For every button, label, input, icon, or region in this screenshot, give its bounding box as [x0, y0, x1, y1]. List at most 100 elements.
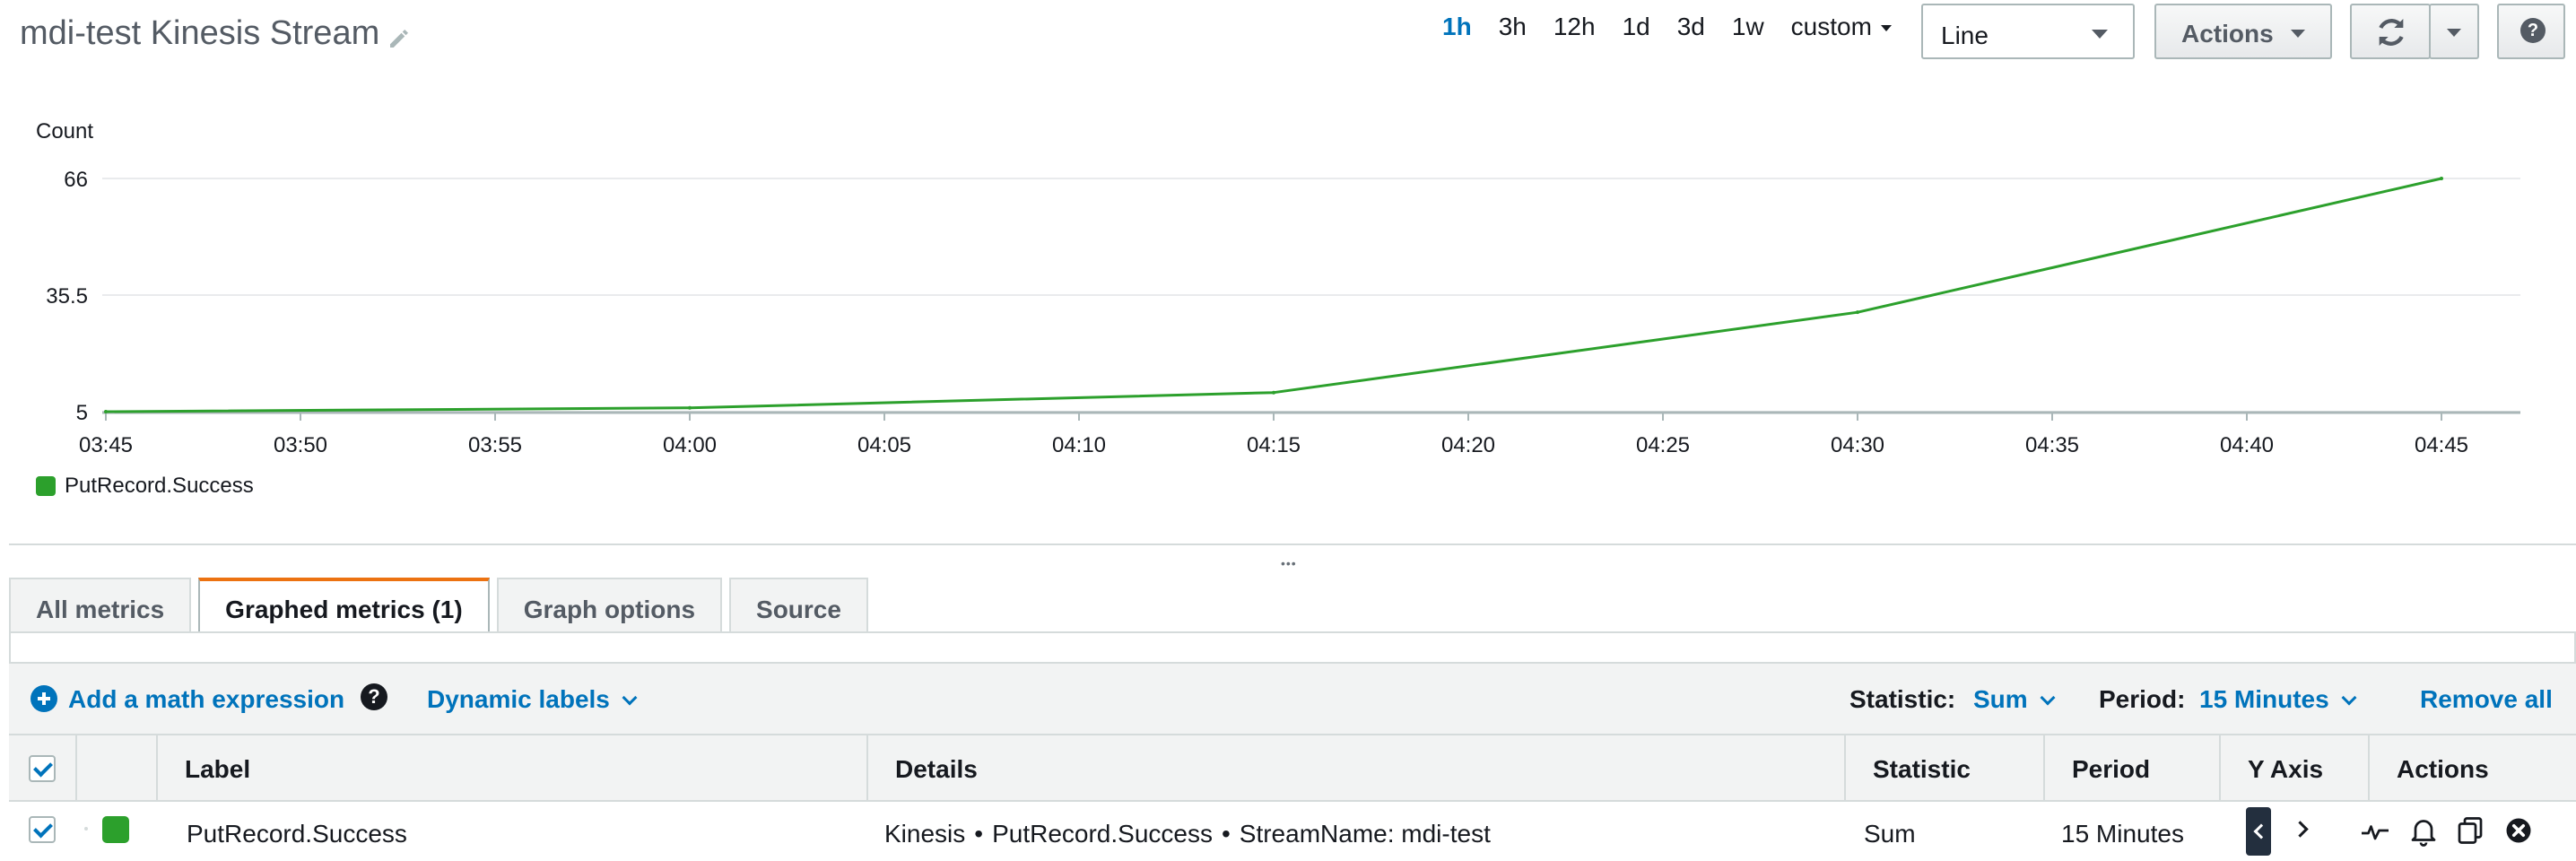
series-color-swatch[interactable]	[102, 816, 129, 843]
tab-source[interactable]: Source	[729, 578, 868, 633]
time-range-1d[interactable]: 1d	[1623, 13, 1650, 41]
chevron-down-icon	[622, 690, 638, 706]
column-header-period[interactable]: Period	[2043, 735, 2219, 802]
time-range-1h[interactable]: 1h	[1442, 13, 1472, 41]
column-header-details[interactable]: Details	[866, 735, 1844, 802]
column-header-y-axis[interactable]: Y Axis	[2219, 735, 2368, 802]
resize-handle[interactable]: •••	[1281, 556, 1297, 570]
caret-down-icon	[2291, 30, 2305, 38]
x-tick-label: 04:15	[1247, 433, 1301, 457]
tab-graph-options[interactable]: Graph options	[496, 578, 723, 633]
x-tick-label: 04:25	[1636, 433, 1690, 457]
time-range-1w[interactable]: 1w	[1732, 13, 1764, 41]
period-value: 15 Minutes	[2199, 685, 2329, 713]
column-header-label[interactable]: Label	[156, 735, 866, 802]
remove-all-link[interactable]: Remove all	[2420, 685, 2553, 714]
panel-divider	[9, 544, 2576, 545]
line-chart: 5 35.5 66 03:45 03:50 03:55 04:00 04:05 04:10 04…	[46, 168, 2520, 457]
question-mark-icon: ?	[2520, 18, 2546, 43]
row-period[interactable]: 15 Minutes	[2061, 820, 2184, 848]
time-range-selector: 1h 3h 12h 1d 3d 1w custom	[1442, 13, 1919, 41]
x-tick-label: 04:10	[1052, 433, 1106, 457]
row-label[interactable]: PutRecord.Success	[187, 820, 407, 848]
y-tick-label: 5	[76, 401, 88, 425]
tab-bar: All metrics Graphed metrics (1) Graph op…	[9, 578, 875, 633]
question-mark-icon[interactable]: ?	[361, 683, 387, 710]
page-title: mdi-test Kinesis Stream	[20, 14, 380, 52]
time-range-12h[interactable]: 12h	[1553, 13, 1596, 41]
copy-icon[interactable]	[2454, 814, 2486, 847]
refresh-options-button[interactable]	[2429, 4, 2479, 59]
details-dimension: StreamName: mdi-test	[1239, 820, 1491, 848]
time-range-3h[interactable]: 3h	[1499, 13, 1527, 41]
row-checkbox[interactable]	[29, 816, 56, 843]
caret-down-icon	[2447, 29, 2461, 37]
x-tick-label: 04:35	[2025, 433, 2079, 457]
chevron-down-icon	[2040, 690, 2056, 706]
metrics-toolbar: Add a math expression ? Dynamic labels S…	[9, 662, 2576, 734]
x-tick-label: 03:55	[468, 433, 522, 457]
time-range-3d[interactable]: 3d	[1677, 13, 1705, 41]
details-namespace: Kinesis	[884, 820, 966, 848]
dynamic-labels-label: Dynamic labels	[427, 685, 610, 713]
close-circle-icon[interactable]	[2502, 814, 2535, 847]
tab-all-metrics[interactable]: All metrics	[9, 578, 192, 633]
data-point	[688, 405, 692, 410]
chart-legend: PutRecord.Success	[36, 474, 254, 499]
table-row: PutRecord.Success Kinesis • PutRecord.Succ…	[9, 802, 2576, 861]
refresh-icon	[2379, 19, 2404, 46]
legend-swatch	[36, 476, 56, 496]
period-dropdown[interactable]: 15 Minutes	[2199, 685, 2357, 714]
y-tick-label: 35.5	[46, 284, 88, 309]
row-statistic[interactable]: Sum	[1864, 820, 1916, 848]
period-label: Period:	[2099, 685, 2186, 713]
data-point	[104, 410, 108, 413]
y-axis-right-button[interactable]	[2293, 820, 2311, 838]
details-separator: •	[1221, 820, 1231, 848]
x-tick-label: 03:45	[79, 433, 133, 457]
plus-circle-icon[interactable]	[30, 685, 57, 712]
data-point	[1856, 310, 1859, 315]
details-metric: PutRecord.Success	[992, 820, 1213, 848]
x-tick-label: 03:50	[274, 433, 327, 457]
color-column-header	[75, 735, 156, 802]
data-point	[2440, 177, 2443, 180]
x-tick-label: 04:40	[2220, 433, 2274, 457]
x-tick-label: 04:05	[857, 433, 911, 457]
chart-type-select[interactable]: Line	[1921, 4, 2135, 59]
sparkline-icon[interactable]	[2359, 814, 2391, 847]
legend-label[interactable]: PutRecord.Success	[65, 474, 254, 499]
custom-label: custom	[1790, 13, 1872, 40]
actions-button[interactable]: Actions	[2154, 4, 2332, 59]
select-all-checkbox[interactable]	[29, 755, 56, 782]
bell-icon[interactable]	[2407, 814, 2440, 847]
caret-down-icon	[2092, 30, 2108, 39]
tab-content-strip	[9, 633, 2576, 662]
chevron-down-icon	[2341, 690, 2357, 706]
help-button[interactable]: ?	[2497, 4, 2565, 59]
x-tick-label: 04:00	[663, 433, 717, 457]
statistic-label: Statistic:	[1849, 685, 1956, 713]
row-details: Kinesis • PutRecord.Success • StreamName: md…	[884, 820, 1491, 848]
column-header-statistic[interactable]: Statistic	[1844, 735, 2043, 802]
add-math-expression-link[interactable]: Add a math expression	[68, 685, 344, 714]
drag-handle[interactable]	[84, 827, 88, 831]
y-axis-left-button[interactable]	[2246, 807, 2271, 856]
x-tick-label: 04:45	[2415, 433, 2468, 457]
dynamic-labels-dropdown[interactable]: Dynamic labels	[427, 685, 638, 714]
details-separator: •	[974, 820, 984, 848]
chart-type-value: Line	[1941, 22, 1989, 49]
cloudwatch-graph-page: mdi-test Kinesis Stream 1h 3h 12h 1d 3d …	[0, 0, 2576, 861]
refresh-button[interactable]	[2350, 4, 2431, 59]
metrics-table-header: Label Details Statistic Period Y Axis Ac…	[9, 734, 2576, 802]
pencil-icon[interactable]	[386, 25, 413, 52]
data-point	[1272, 390, 1275, 395]
y-tick-label: 66	[64, 168, 88, 192]
time-range-custom[interactable]: custom	[1791, 13, 1892, 41]
actions-label: Actions	[2181, 20, 2274, 48]
caret-down-icon	[1880, 25, 1892, 32]
statistic-dropdown[interactable]: Sum	[1973, 685, 2056, 714]
column-header-actions: Actions	[2368, 735, 2576, 802]
tab-graphed-metrics[interactable]: Graphed metrics (1)	[198, 578, 490, 633]
x-tick-label: 04:30	[1831, 433, 1884, 457]
